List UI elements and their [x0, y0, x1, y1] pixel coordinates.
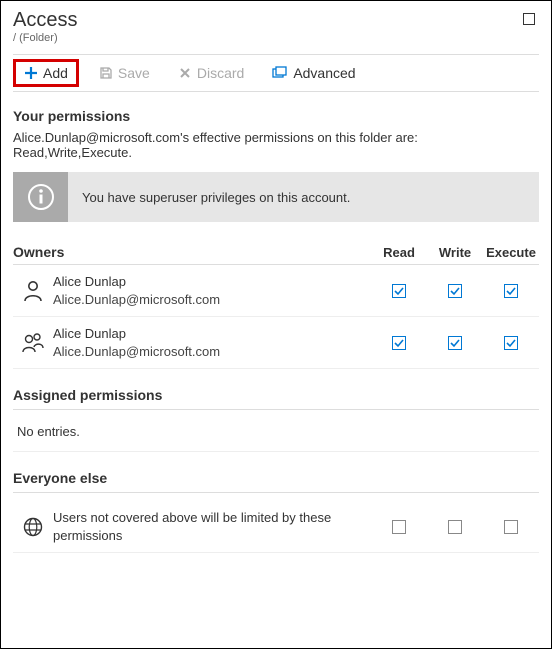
owner-name: Alice Dunlap	[53, 325, 371, 343]
owner-row: Alice Dunlap Alice.Dunlap@microsoft.com	[13, 265, 539, 317]
advanced-button-label: Advanced	[293, 65, 355, 81]
toolbar: Add Save Discard Advanced	[13, 54, 539, 92]
group-icon	[13, 332, 53, 354]
discard-button[interactable]: Discard	[170, 62, 252, 84]
user-icon	[13, 280, 53, 302]
plus-icon	[24, 66, 38, 80]
write-checkbox[interactable]	[448, 336, 462, 350]
breadcrumb: / (Folder)	[13, 32, 77, 44]
everyone-desc: Users not covered above will be limited …	[53, 509, 371, 544]
read-checkbox[interactable]	[392, 336, 406, 350]
info-banner: You have superuser privileges on this ac…	[13, 172, 539, 222]
advanced-button[interactable]: Advanced	[264, 62, 363, 84]
everyone-else-heading: Everyone else	[13, 470, 539, 493]
owner-name: Alice Dunlap	[53, 273, 371, 291]
your-permissions-heading: Your permissions	[13, 108, 539, 124]
execute-checkbox[interactable]	[504, 520, 518, 534]
advanced-icon	[272, 66, 288, 80]
col-read: Read	[371, 245, 427, 260]
owner-email: Alice.Dunlap@microsoft.com	[53, 291, 371, 309]
your-permissions-summary: Alice.Dunlap@microsoft.com's effective p…	[13, 130, 539, 160]
discard-button-label: Discard	[197, 65, 244, 81]
window-option-box[interactable]	[523, 13, 535, 25]
owner-row: Alice Dunlap Alice.Dunlap@microsoft.com	[13, 317, 539, 369]
execute-checkbox[interactable]	[504, 336, 518, 350]
save-icon	[99, 66, 113, 80]
col-execute: Execute	[483, 245, 539, 260]
page-title: Access	[13, 9, 77, 32]
save-button[interactable]: Save	[91, 62, 158, 84]
info-banner-text: You have superuser privileges on this ac…	[68, 190, 350, 205]
read-checkbox[interactable]	[392, 520, 406, 534]
execute-checkbox[interactable]	[504, 284, 518, 298]
globe-icon	[13, 517, 53, 537]
read-checkbox[interactable]	[392, 284, 406, 298]
assigned-permissions-heading: Assigned permissions	[13, 387, 539, 410]
write-checkbox[interactable]	[448, 284, 462, 298]
everyone-row: Users not covered above will be limited …	[13, 501, 539, 553]
save-button-label: Save	[118, 65, 150, 81]
assigned-empty-text: No entries.	[13, 418, 539, 452]
owners-heading: Owners	[13, 244, 371, 260]
col-write: Write	[427, 245, 483, 260]
discard-icon	[178, 66, 192, 80]
add-button-label: Add	[43, 65, 68, 81]
info-icon	[13, 172, 68, 222]
add-button[interactable]: Add	[13, 59, 79, 87]
write-checkbox[interactable]	[448, 520, 462, 534]
owner-email: Alice.Dunlap@microsoft.com	[53, 343, 371, 361]
